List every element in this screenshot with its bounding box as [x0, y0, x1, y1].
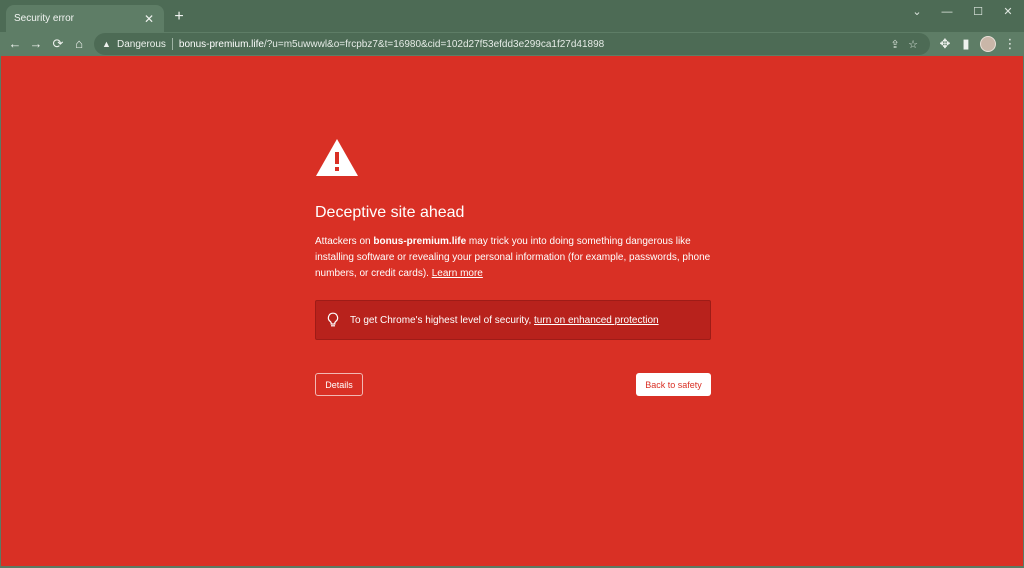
enhanced-protection-promo: To get Chrome's highest level of securit… [315, 300, 711, 340]
browser-tab[interactable]: Security error ✕ [6, 5, 164, 32]
menu-kebab-icon[interactable]: ⋮ [1000, 34, 1020, 54]
reload-icon[interactable]: ⟳ [48, 34, 68, 54]
omnibox-divider [171, 38, 173, 50]
warning-description: Attackers on bonus-premium.life may tric… [315, 234, 711, 282]
window-close-icon[interactable]: ✕ [996, 4, 1020, 20]
minimize-icon[interactable]: — [935, 4, 959, 20]
tab-search-icon[interactable]: ⌄ [905, 4, 929, 20]
warning-triangle-icon [316, 139, 358, 176]
desc-host: bonus-premium.life [373, 236, 467, 247]
forward-icon[interactable]: → [26, 34, 46, 54]
security-status-label[interactable]: Dangerous [117, 39, 166, 50]
profile-avatar[interactable] [980, 36, 996, 52]
address-bar[interactable]: ▲ Dangerous bonus-premium.life/?u=m5uwww… [94, 33, 930, 55]
bookmark-star-icon[interactable]: ☆ [904, 38, 922, 51]
learn-more-link[interactable]: Learn more [432, 268, 483, 279]
promo-text: To get Chrome's highest level of securit… [350, 315, 659, 326]
share-icon[interactable]: ⇪ [886, 38, 904, 51]
title-bar: Security error ✕ + ⌄ — ☐ ✕ [0, 0, 1024, 32]
url-text[interactable]: bonus-premium.life/?u=m5uwwwl&o=frcpbz7&… [179, 39, 886, 50]
desc-prefix: Attackers on [315, 236, 374, 247]
warning-triangle-icon[interactable]: ▲ [102, 39, 112, 49]
extensions-icon[interactable]: ✥ [935, 34, 955, 54]
back-to-safety-button[interactable]: Back to safety [636, 373, 711, 396]
url-host: bonus-premium.life [178, 38, 264, 50]
home-icon[interactable]: ⌂ [69, 34, 89, 54]
tab-title: Security error [14, 13, 75, 24]
enhanced-protection-link[interactable]: turn on enhanced protection [534, 315, 659, 326]
browser-toolbar: ← → ⟳ ⌂ ▲ Dangerous bonus-premium.life/?… [0, 32, 1024, 56]
tab-close-icon[interactable]: ✕ [142, 12, 156, 26]
details-button[interactable]: Details [315, 373, 363, 396]
maximize-icon[interactable]: ☐ [966, 4, 990, 20]
lightbulb-icon [327, 312, 339, 327]
side-panel-icon[interactable]: ▮ [956, 34, 976, 54]
interstitial-page: Deceptive site ahead Attackers on bonus-… [1, 56, 1023, 566]
url-path: /?u=m5uwwwl&o=frcpbz7&t=16980&cid=102d27… [263, 38, 605, 50]
back-icon[interactable]: ← [5, 34, 25, 54]
new-tab-button[interactable]: + [170, 8, 188, 26]
page-title: Deceptive site ahead [315, 204, 465, 221]
promo-text-prefix: To get Chrome's highest level of securit… [350, 314, 535, 326]
